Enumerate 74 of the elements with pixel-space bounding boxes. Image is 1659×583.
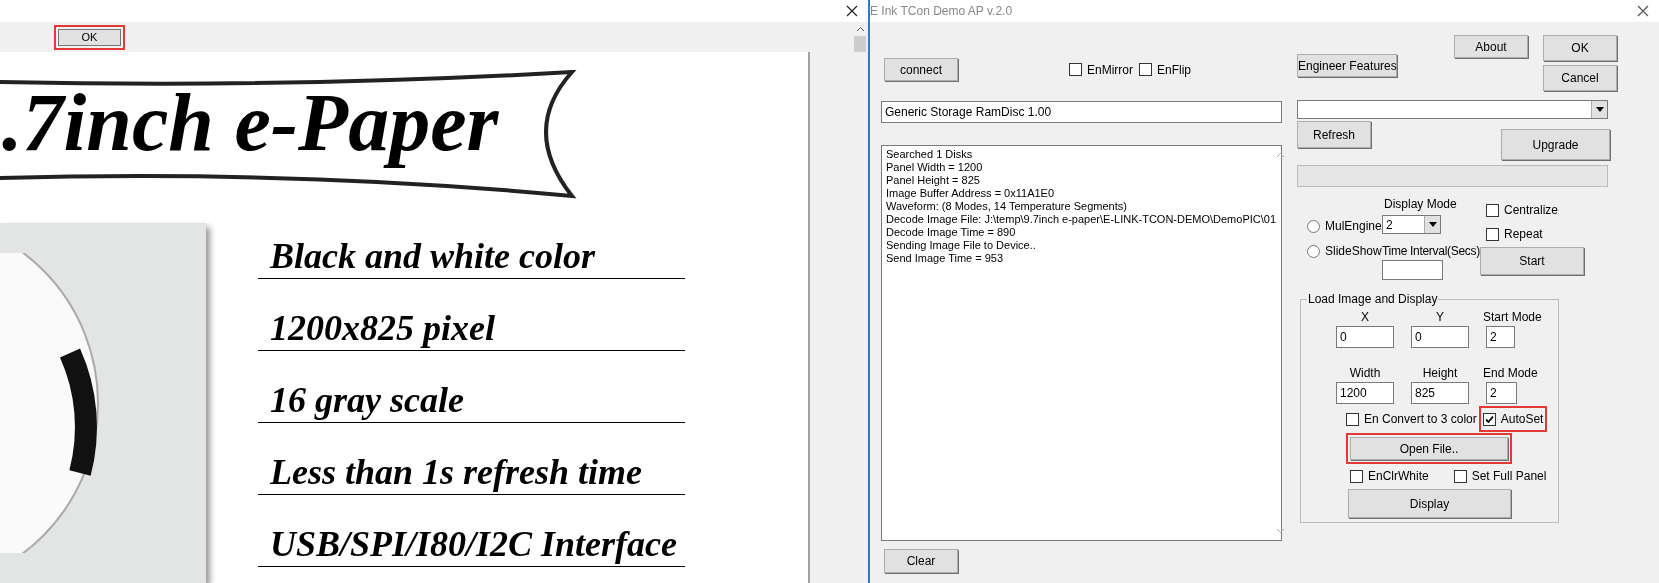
radio-label: SlideShow <box>1325 243 1382 260</box>
ok-button[interactable]: OK <box>58 28 121 46</box>
input-field[interactable]: 825 <box>1411 382 1469 404</box>
checkbox-label: Centralize <box>1504 202 1559 219</box>
field-label: Display Mode <box>1384 196 1458 213</box>
log-line: Panel Width = 1200 <box>886 161 984 174</box>
checkbox-label: Set Full Panel <box>1471 468 1547 485</box>
scroll-thumb[interactable] <box>854 36 866 52</box>
checkbox[interactable] <box>1069 63 1082 76</box>
button[interactable]: Engineer Features <box>1297 54 1397 77</box>
checkbox-label: AutoSet <box>1500 411 1544 428</box>
feature-text: USB/SPI/I80/I2C Interface <box>270 526 678 562</box>
dropdown-arrow-icon <box>1428 222 1437 227</box>
dropdown-arrow-icon <box>1595 107 1604 112</box>
window-title: E Ink TCon Demo AP v.2.0 <box>870 3 1013 20</box>
checkbox[interactable] <box>1346 412 1359 426</box>
dropdown[interactable]: 2 <box>1382 215 1441 234</box>
input-field[interactable]: 0 <box>1411 326 1469 348</box>
group-title: Load Image and Display <box>1307 291 1439 308</box>
input-field[interactable]: 2 <box>1486 382 1517 404</box>
log-line: Panel Height = 825 <box>886 174 981 187</box>
button[interactable]: Clear <box>884 549 958 573</box>
checkbox[interactable] <box>1350 469 1363 483</box>
log-line: Waveform: (8 Modes, 14 Temperature Segments) <box>886 200 1128 213</box>
log-line: Decode Image File: J:\temp\9.7inch e-paper\E-LINK-TCON-DEMO\DemoPIC\01 <box>886 213 1277 226</box>
input-field[interactable]: 1200 <box>1336 382 1394 404</box>
checkbox[interactable] <box>1453 469 1467 483</box>
field-label: Height <box>1421 365 1459 382</box>
input-field[interactable]: Generic Storage RamDisc 1.00 <box>881 101 1282 123</box>
input-field[interactable]: 2 <box>1486 326 1515 348</box>
field-label: Time Interval(Secs) <box>1382 243 1480 260</box>
banner-title: .7inch e-Paper <box>2 77 499 168</box>
radio-button[interactable] <box>1307 244 1320 258</box>
field-label: Start Mode <box>1483 309 1542 326</box>
feature-text: 16 gray scale <box>270 382 464 418</box>
log-line: Sending Image File to Device.. <box>886 239 1037 252</box>
radio-button[interactable] <box>1307 219 1320 233</box>
button[interactable]: OK <box>1543 35 1617 61</box>
button[interactable]: Refresh <box>1297 121 1371 148</box>
field-label: X <box>1360 309 1370 326</box>
field-label: Y <box>1435 309 1445 326</box>
button[interactable]: connect <box>884 58 958 81</box>
feature-text: Less than 1s refresh time <box>270 454 643 490</box>
feature-text: 1200x825 pixel <box>270 310 495 346</box>
radio-label: MulEngine <box>1325 218 1382 235</box>
log-line: Searched 1 Disks <box>886 148 974 161</box>
button[interactable]: Cancel <box>1543 65 1617 91</box>
log-line: Send Image Time = 953 <box>886 252 1005 265</box>
close-icon[interactable] <box>846 5 858 17</box>
button[interactable]: Display <box>1348 489 1511 518</box>
button[interactable]: Upgrade <box>1501 129 1610 160</box>
check-icon <box>1484 414 1494 424</box>
field-label: End Mode <box>1483 365 1538 382</box>
dropdown[interactable] <box>1297 100 1608 119</box>
field-label: Width <box>1348 365 1382 382</box>
input-field[interactable]: 0 <box>1336 326 1394 348</box>
checkbox[interactable] <box>1482 412 1496 426</box>
checkbox[interactable] <box>1486 227 1499 241</box>
button[interactable]: About <box>1454 35 1528 58</box>
log-line: Image Buffer Address = 0x11A1E0 <box>886 187 1056 200</box>
checkbox-label: EnMirror <box>1087 61 1133 79</box>
checkbox-label: EnClrWhite <box>1368 468 1429 485</box>
input-field[interactable] <box>1382 260 1443 280</box>
button[interactable]: Open File.. <box>1350 437 1508 460</box>
button[interactable]: Start <box>1480 247 1584 275</box>
checkbox[interactable] <box>1139 63 1152 76</box>
feature-text: Black and white color <box>270 238 596 274</box>
log-line: Decode Image Time = 890 <box>886 226 1017 239</box>
scrollbar[interactable] <box>852 22 868 583</box>
close-icon[interactable] <box>1637 5 1649 17</box>
checkbox-label: Repeat <box>1504 226 1543 243</box>
checkbox[interactable] <box>1486 203 1499 217</box>
checkbox-label: En Convert to 3 color <box>1364 411 1477 428</box>
checkbox-label: EnFlip <box>1157 61 1192 79</box>
